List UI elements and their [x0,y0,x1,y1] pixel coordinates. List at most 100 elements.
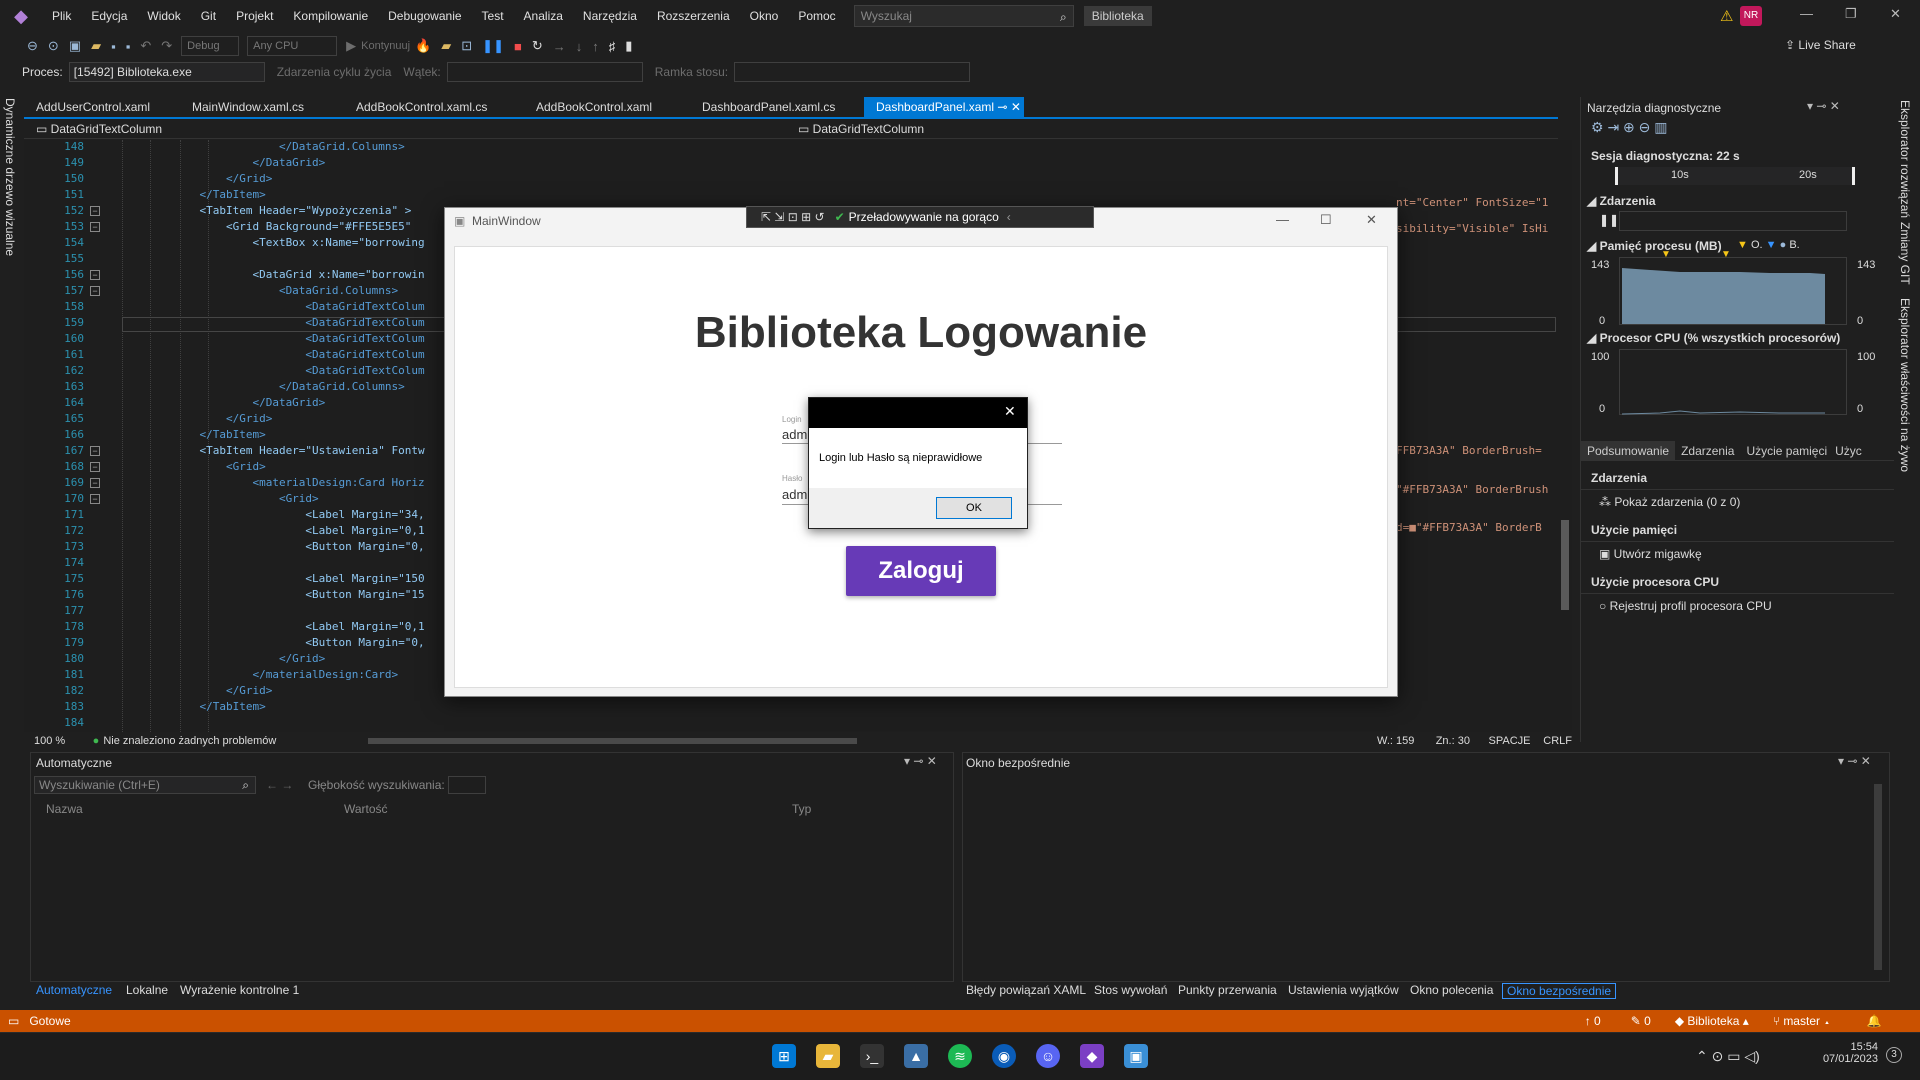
notifications-icon[interactable]: 🔔 [1867,1014,1882,1028]
menu-item[interactable]: Kompilowanie [283,0,378,32]
app-maximize-icon[interactable]: ☐ [1320,212,1332,228]
eol-indicator[interactable]: CRLF [1543,735,1572,747]
cpu-header[interactable]: ◢ Procesor CPU (% wszystkich procesorów) [1587,331,1840,345]
platform-dropdown[interactable]: Any CPU [247,36,338,56]
undo-icon[interactable]: ↶ [140,38,151,54]
pin-icon[interactable]: ⊸ [997,100,1007,114]
code-line-overflow[interactable]: "#FFB73A3A" BorderBrush [1396,483,1548,496]
live-properties-tab[interactable]: Eksplorator właściwości na żywo [1898,298,1912,472]
photos-icon[interactable]: ▲ [904,1044,928,1068]
tab-autos[interactable]: Automatyczne [36,983,112,997]
editor-scroll-thumb[interactable] [1561,520,1569,610]
changes-indicator[interactable]: ✎ 0 [1631,1014,1651,1028]
tab-events[interactable]: Zdarzenia [1675,441,1740,461]
visual-studio-icon[interactable]: ◆ [1080,1044,1104,1068]
code-line[interactable]: <Label Margin="0,1 [120,524,424,537]
app-window-icon[interactable]: ▣ [1124,1044,1148,1068]
code-line[interactable]: <TabItem Header="Ustawienia" Fontw [120,444,424,457]
menu-item[interactable]: Debugowanie [378,0,471,32]
spotify-icon[interactable]: ≋ [948,1044,972,1068]
nav-left-dropdown[interactable]: ▭ DataGridTextColumn [36,122,162,136]
code-line[interactable]: <Label Margin="34, [120,508,424,521]
code-line[interactable]: <DataGrid x:Name="borrowin [120,268,424,281]
tab-summary[interactable]: Podsumowanie [1581,440,1676,461]
panel-dropdown-icon[interactable]: ▾ ⊸ ✕ [1807,99,1840,113]
tab-addusercontrol-xaml[interactable]: AddUserControl.xaml [24,97,180,117]
code-line[interactable]: <TextBox x:Name="borrowing [120,236,424,249]
step-over-icon[interactable]: → [553,39,566,54]
code-line[interactable]: </Grid> [120,412,272,425]
open-icon[interactable]: ▰ [91,38,101,54]
tab-exception-settings[interactable]: Ustawienia wyjątków [1288,983,1399,997]
menu-item[interactable]: Plik [42,0,81,32]
code-line[interactable]: </TabItem> [120,188,265,201]
menu-item[interactable]: Analiza [514,0,573,32]
line-indicator[interactable]: W.: 159 [1377,735,1436,747]
menu-item[interactable]: Narzędzia [573,0,647,32]
code-line-overflow[interactable]: sibility="Visible" IsHi [1396,222,1548,235]
tab-dashboardpanel-xaml[interactable]: DashboardPanel.xaml ⊸ ✕ [864,97,1024,117]
back-icon[interactable]: ⊖ [27,38,38,54]
menu-item[interactable]: Projekt [226,0,283,32]
code-line[interactable]: </materialDesign:Card> [120,668,398,681]
code-line[interactable]: </Grid> [120,652,325,665]
thread-dropdown[interactable] [446,62,643,82]
tab-locals[interactable]: Lokalne [126,983,168,997]
menu-item[interactable]: Edycja [81,0,137,32]
forward-icon[interactable]: ⊙ [48,38,59,54]
search-input[interactable]: Wyszukaj ⌕ [853,5,1074,27]
code-line[interactable]: </TabItem> [120,700,265,713]
fold-toggle-icon[interactable]: − [90,478,100,488]
record-cpu-link[interactable]: ○ Rejestruj profil procesora CPU [1599,599,1772,613]
step-out-icon[interactable]: ↑ [592,39,599,54]
code-line[interactable]: <Grid Background="#FFE5E5E5" [120,220,411,233]
close-icon[interactable]: ✕ [1890,6,1901,22]
code-line[interactable]: <DataGridTextColum [120,332,424,345]
events-header[interactable]: ◢ Zdarzenia [1587,194,1656,208]
fold-toggle-icon[interactable]: − [90,494,100,504]
menu-item[interactable]: Git [191,0,226,32]
session-timeline[interactable] [1615,167,1855,185]
tab-immediate-window[interactable]: Okno bezpośrednie [1502,983,1617,999]
step-into-icon[interactable]: ↓ [576,39,583,54]
push-indicator[interactable]: ↑ 0 [1585,1014,1601,1028]
password-field[interactable]: adm [782,487,807,502]
terminal-icon[interactable]: ›_ [860,1044,884,1068]
new-project-icon[interactable]: ▣ [69,38,81,54]
login-field[interactable]: adm [782,427,807,442]
live-share-button[interactable]: ⇪ Live Share [1785,38,1856,52]
code-line[interactable]: <Button Margin="0, [120,636,424,649]
tray-icons[interactable]: ⌃ ⊙ ▭ ◁) [1696,1048,1760,1065]
tab-addbookcontrol-xaml-cs[interactable]: AddBookControl.xaml.cs [344,97,524,117]
code-line[interactable]: </DataGrid> [120,156,325,169]
bookmark-icon[interactable]: ▮ [625,38,632,54]
fold-toggle-icon[interactable]: − [90,462,100,472]
redo-icon[interactable]: ↷ [161,38,172,54]
issues-indicator[interactable]: Nie znaleziono żadnych problemów [103,735,328,747]
hex-icon[interactable]: ♯ [609,39,616,54]
warning-icon[interactable]: ⚠ [1720,7,1733,25]
column-indicator[interactable]: Zn.: 30 [1436,735,1489,747]
restore-icon[interactable]: ❐ [1845,6,1857,22]
code-line-overflow[interactable]: nt="Center" FontSize="1 [1396,196,1548,209]
fold-toggle-icon[interactable]: − [90,446,100,456]
search-depth-dropdown[interactable] [448,776,486,794]
code-line[interactable]: </DataGrid.Columns> [120,380,405,393]
immediate-pane-controls-icon[interactable]: ▾ ⊸ ✕ [1838,754,1871,768]
horizontal-scrollbar[interactable] [368,738,858,744]
solution-explorer-tab[interactable]: Eksplorator rozwiązań [1898,100,1912,218]
runtime-toolbar-icons[interactable]: ⇱ ⇲ ⊡ ⊞ ↺ [761,210,825,224]
app-minimize-icon[interactable]: — [1276,212,1289,227]
continue-icon[interactable]: ▶ [346,38,356,54]
pause-icon[interactable]: ❚❚ [482,38,504,54]
tab-breakpoints[interactable]: Punkty przerwania [1178,983,1277,997]
code-line-overflow[interactable]: FFB73A3A" BorderBrush= [1396,444,1542,457]
code-line[interactable]: </Grid> [120,172,272,185]
column-value-header[interactable]: Wartość [344,802,388,816]
save-all-icon[interactable]: ▪ [126,39,131,54]
nav-arrows-icon[interactable]: ← → [266,778,293,792]
code-line[interactable]: </TabItem> [120,428,265,441]
tab-xaml-binding-errors[interactable]: Błędy powiązań XAML [966,983,1086,997]
column-type-header[interactable]: Typ [792,802,811,816]
menu-item[interactable]: Rozszerzenia [647,0,740,32]
